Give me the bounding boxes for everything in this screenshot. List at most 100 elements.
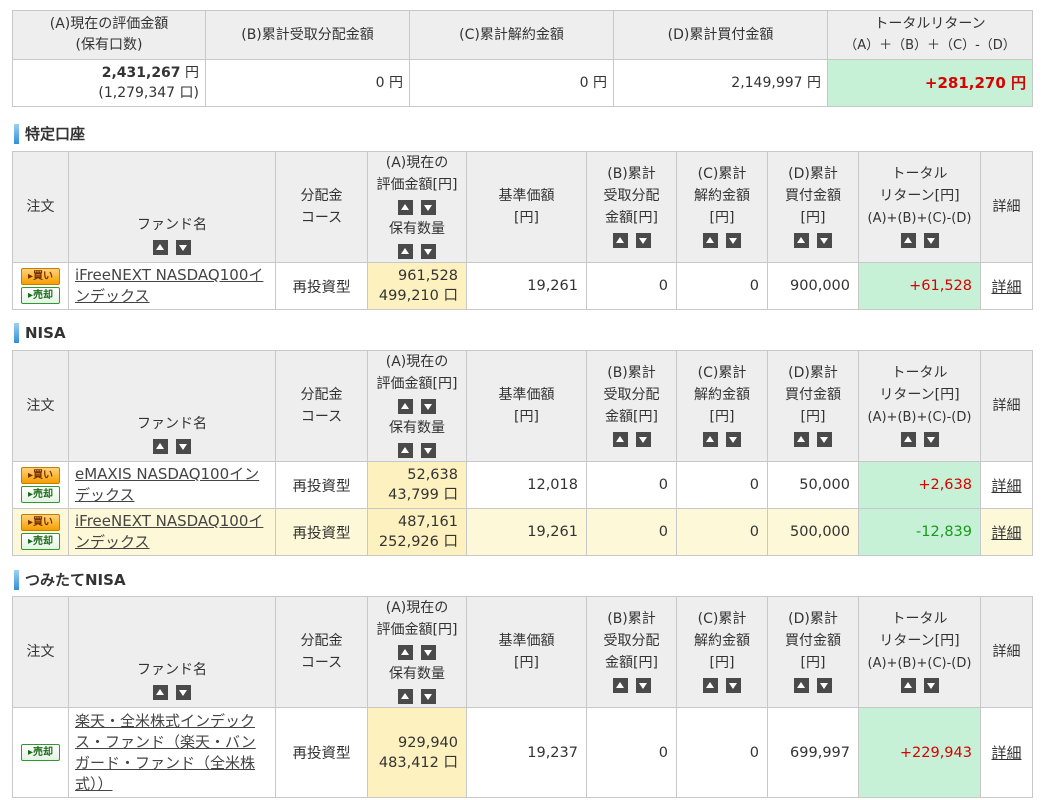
detail-cell: 詳細 <box>980 461 1033 509</box>
summary-cancel-header: (C)累計解約金額 <box>409 10 614 60</box>
fund-name-link[interactable]: iFreeNEXT NASDAQ100インデックス <box>75 266 263 305</box>
sort-desc-icon[interactable] <box>635 431 651 447</box>
sort-asc-icon[interactable] <box>900 678 916 693</box>
sort-desc-icon[interactable] <box>635 232 651 248</box>
sell-button[interactable]: ▸売却 <box>21 744 60 761</box>
sort-desc-icon[interactable] <box>923 678 939 693</box>
header-nav: 基準価額 [円] <box>466 350 587 462</box>
sort-asc-icon[interactable] <box>398 199 413 215</box>
summary-table: (A)現在の評価金額 (保有口数) (B)累計受取分配金額 (C)累計解約金額 (… <box>12 10 1033 107</box>
eval-cell: 52,638 43,799 口 <box>367 461 467 509</box>
sort-asc-icon[interactable] <box>794 677 809 693</box>
sort-desc-icon[interactable] <box>726 232 741 248</box>
sort-asc-icon[interactable] <box>612 232 628 248</box>
summary-eval-value: 2,431,267 円 (1,279,347 口) <box>12 59 206 107</box>
sort-asc-icon[interactable] <box>398 442 413 458</box>
sort-asc-icon[interactable] <box>153 239 168 255</box>
sort-asc-icon[interactable] <box>703 677 718 693</box>
summary-return-header: トータルリターン （A）＋（B）＋（C）-（D） <box>827 10 1033 60</box>
fund-name-link[interactable]: eMAXIS NASDAQ100インデックス <box>75 465 259 504</box>
detail-link[interactable]: 詳細 <box>991 744 1021 762</box>
fund-name-link[interactable]: iFreeNEXT NASDAQ100インデックス <box>75 512 263 551</box>
sort-desc-icon[interactable] <box>421 688 436 704</box>
sort-asc-icon[interactable] <box>398 243 413 259</box>
sell-button[interactable]: ▸売却 <box>21 287 60 304</box>
cancel-cell: 0 <box>676 262 768 310</box>
sort-desc-icon[interactable] <box>421 199 436 215</box>
header-detail: 詳細 <box>980 350 1033 462</box>
header-purchase: (D)累計 買付金額 [円] <box>767 596 859 708</box>
sort-asc-icon[interactable] <box>703 431 718 447</box>
sort-asc-icon[interactable] <box>900 233 916 248</box>
header-course: 分配金 コース <box>275 350 368 462</box>
return-cell: +2,638 <box>858 461 981 509</box>
order-cell: ▸買い ▸売却 <box>12 508 69 556</box>
header-return: トータル リターン[円] (A)+(B)+(C)-(D) <box>858 596 981 708</box>
fund-table: 注文 ファンド名 分配金 コース (A)現在の 評価金額[円] 保有数量 基準価額 [円… <box>12 596 1033 798</box>
nav-cell: 19,261 <box>466 508 587 556</box>
sort-desc-icon[interactable] <box>176 239 191 255</box>
sell-button[interactable]: ▸売却 <box>21 486 60 503</box>
sort-desc-icon[interactable] <box>817 677 832 693</box>
dividend-cell: 0 <box>586 707 677 798</box>
order-cell: ▸買い ▸売却 <box>12 461 69 509</box>
cancel-cell: 0 <box>676 461 768 509</box>
header-purchase: (D)累計 買付金額 [円] <box>767 350 859 462</box>
sell-button[interactable]: ▸売却 <box>21 533 60 550</box>
course-cell: 再投資型 <box>275 461 368 509</box>
buy-button[interactable]: ▸買い <box>21 514 60 531</box>
sort-asc-icon[interactable] <box>612 431 628 447</box>
sort-asc-icon[interactable] <box>794 431 809 447</box>
sort-asc-icon[interactable] <box>398 644 413 660</box>
nav-cell: 19,237 <box>466 707 587 798</box>
sort-desc-icon[interactable] <box>176 684 191 700</box>
summary-dividend-header: (B)累計受取分配金額 <box>205 10 410 60</box>
detail-link[interactable]: 詳細 <box>991 278 1021 296</box>
return-cell: +61,528 <box>858 262 981 310</box>
return-cell: -12,839 <box>858 508 981 556</box>
sort-desc-icon[interactable] <box>726 677 741 693</box>
sort-asc-icon[interactable] <box>153 684 168 700</box>
sort-asc-icon[interactable] <box>900 432 916 447</box>
purchase-cell: 50,000 <box>767 461 859 509</box>
fund-table: 注文 ファンド名 分配金 コース (A)現在の 評価金額[円] 保有数量 基準価額 [円… <box>12 350 1033 556</box>
nav-cell: 12,018 <box>466 461 587 509</box>
sort-asc-icon[interactable] <box>794 232 809 248</box>
header-return: トータル リターン[円] (A)+(B)+(C)-(D) <box>858 151 981 263</box>
header-purchase: (D)累計 買付金額 [円] <box>767 151 859 263</box>
sort-desc-icon[interactable] <box>635 677 651 693</box>
sort-desc-icon[interactable] <box>421 398 436 414</box>
sort-desc-icon[interactable] <box>817 431 832 447</box>
fund-name-link[interactable]: 楽天・全米株式インデックス・ファンド（楽天・バンガード・ファンド（全米株式）） <box>75 712 256 793</box>
buy-button[interactable]: ▸買い <box>21 268 60 285</box>
sort-desc-icon[interactable] <box>421 243 436 259</box>
detail-cell: 詳細 <box>980 508 1033 556</box>
detail-link[interactable]: 詳細 <box>991 524 1021 542</box>
sort-desc-icon[interactable] <box>421 644 436 660</box>
summary-total-return: +281,270 円 <box>827 59 1033 107</box>
sort-desc-icon[interactable] <box>923 233 939 248</box>
sort-asc-icon[interactable] <box>703 232 718 248</box>
purchase-cell: 500,000 <box>767 508 859 556</box>
sort-desc-icon[interactable] <box>817 232 832 248</box>
sort-desc-icon[interactable] <box>176 438 191 454</box>
buy-button[interactable]: ▸買い <box>21 467 60 484</box>
sort-desc-icon[interactable] <box>421 442 436 458</box>
section-title: 特定口座 <box>14 124 85 144</box>
summary-purchase-value: 2,149,997 円 <box>613 59 828 107</box>
return-cell: +229,943 <box>858 707 981 798</box>
header-nav: 基準価額 [円] <box>466 151 587 263</box>
cancel-cell: 0 <box>676 508 768 556</box>
header-cancel: (C)累計 解約金額 [円] <box>676 350 768 462</box>
sort-asc-icon[interactable] <box>153 438 168 454</box>
detail-link[interactable]: 詳細 <box>991 477 1021 495</box>
fund-name-cell: iFreeNEXT NASDAQ100インデックス <box>68 508 276 556</box>
sort-desc-icon[interactable] <box>726 431 741 447</box>
sort-asc-icon[interactable] <box>398 688 413 704</box>
dividend-cell: 0 <box>586 508 677 556</box>
header-detail: 詳細 <box>980 151 1033 263</box>
sort-desc-icon[interactable] <box>923 432 939 447</box>
sort-asc-icon[interactable] <box>612 677 628 693</box>
sort-asc-icon[interactable] <box>398 398 413 414</box>
nav-cell: 19,261 <box>466 262 587 310</box>
